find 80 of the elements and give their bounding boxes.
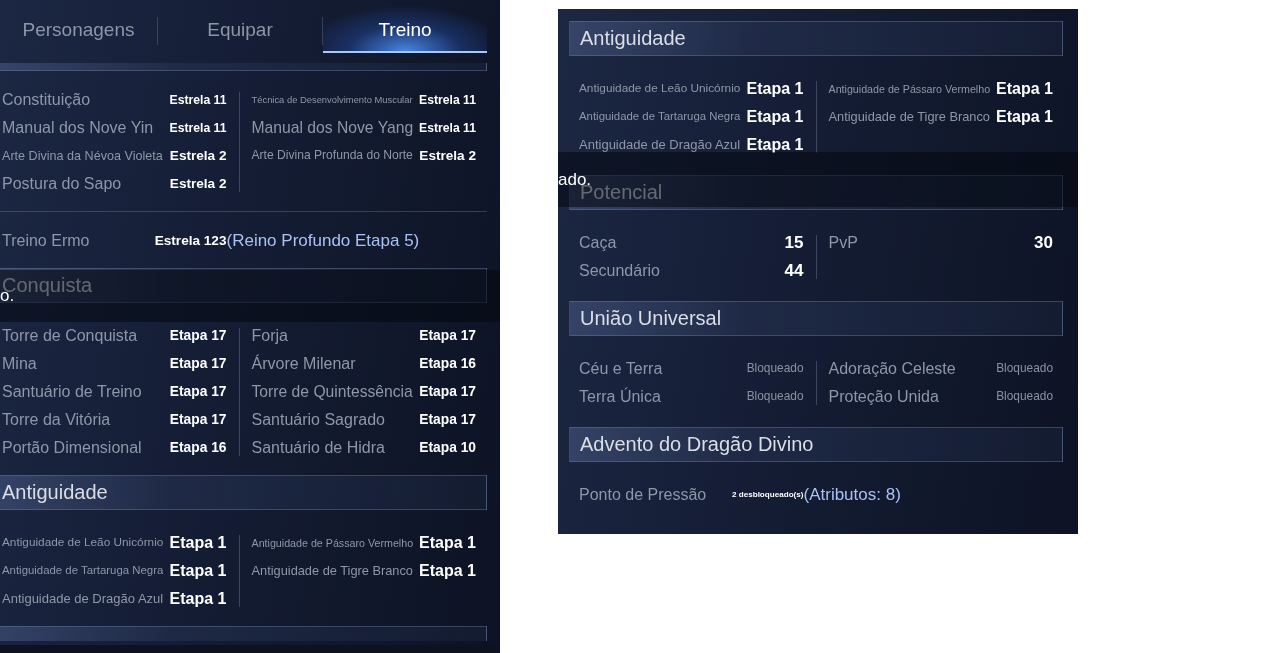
stat-value: Estrela 11 [419,121,476,135]
stat-label: Manual dos Nove Yang [251,118,414,137]
stat-value: Etapa 10 [419,440,476,456]
stat-value: Etapa 17 [169,412,227,428]
stat-label: Torre da Vitória [2,410,111,430]
stat-value: Estrela 2 [169,176,227,192]
stat-value: Etapa 1 [996,107,1053,127]
stat-label: Arte Divina Profunda do Norte [251,149,413,163]
stat-value: Bloqueado [746,362,804,376]
stat-value: Estrela 123 [154,233,227,249]
stat-value: 30 [1034,233,1053,253]
section-header: Advento do Dragão Divino [569,427,1063,462]
stat-label: Mina [2,354,37,374]
stat-label: Caça [579,233,617,253]
stat-value: 44 [784,261,804,281]
stat-value: Etapa 17 [419,412,476,428]
stat-label: Antiguidade de Leão Unicórnio [579,82,741,96]
stat-label: Treino Ermo [2,231,90,251]
stat-label: Postura do Sapo [2,174,122,194]
stat-label: Antiguidade de Tartaruga Negra [2,564,164,578]
stat-value: Etapa 17 [169,384,227,400]
stat-value: Estrela 11 [419,93,476,107]
stat-value: Etapa 1 [746,135,804,155]
stat-label: Torre de Quintessência [251,382,413,401]
stat-label: Santuário de Hidra [251,438,385,458]
stat-label: Antiguidade de Pássaro Vermelho [251,536,414,550]
stat-value: Etapa 16 [169,440,227,456]
stat-label: Árvore Milenar [251,354,356,374]
stat-value: Etapa 17 [419,328,476,344]
stat-value: Estrela 2 [169,148,227,164]
stat-label: Santuário de Treino [2,382,142,402]
stat-label: Manual dos Nove Yin [2,118,154,138]
stat-label: Antiguidade de Leão Unicórnio [2,536,164,550]
stat-value: Bloqueado [996,362,1053,376]
stat-value: Etapa 17 [169,328,227,344]
stat-value: 2 desbloqueado(s) [732,490,804,500]
stat-label: Antiguidade de Tartaruga Negra [579,110,741,124]
stat-value: Bloqueado [996,390,1053,404]
stat-value: 15 [784,233,804,253]
stat-value: Estrela 11 [169,93,227,107]
stat-label: Antiguidade de Tigre Branco [251,563,413,579]
stat-label: Ponto de Pressão [579,485,707,505]
stat-value: Estrela 11 [169,121,227,135]
stat-label: Torre de Conquista [2,326,138,346]
tab[interactable]: Personagens [0,0,157,53]
stat-label: Adoração Celeste [828,359,956,379]
stat-label: Arte Divina da Névoa Violeta [2,148,163,164]
stat-value: Etapa 16 [419,356,476,372]
stat-label: Técnica de Desenvolvimento Muscular [251,94,413,106]
stat-value: Etapa 1 [996,79,1053,99]
stat-label: Terra Única [579,387,661,407]
stat-note: (Reino Profundo Etapa 5) [226,231,420,251]
stat-note: (Atributos: 8) [803,485,901,505]
tab[interactable]: Equipar [158,0,322,53]
stat-label: Proteção Unida [828,387,939,407]
section-header: Antiguidade [569,21,1063,56]
stat-value: Etapa 1 [169,561,227,581]
stat-label: Antiguidade de Tigre Branco [828,109,990,125]
stat-label: Antiguidade de Dragão Azul [2,591,164,607]
stat-value: Etapa 1 [746,79,804,99]
stat-value: Etapa 17 [169,356,227,372]
stat-value: Etapa 1 [169,533,227,553]
stat-label: Forja [251,326,288,346]
stat-label: Antiguidade de Pássaro Vermelho [828,82,991,96]
stat-label: Portão Dimensional [2,438,142,458]
stat-value: Etapa 1 [169,589,227,609]
stat-label: Antiguidade de Dragão Azul [579,137,741,153]
stat-value: Etapa 1 [746,107,804,127]
stat-label: Constituição [2,90,91,110]
section-header: Antiguidade [0,475,487,510]
stat-label: PvP [828,233,858,253]
stat-value: Estrela 2 [419,148,476,164]
stat-value: Etapa 1 [419,561,476,581]
stat-label: Santuário Sagrado [251,410,385,430]
section-header: União Universal [569,301,1063,336]
stat-value: Etapa 17 [419,384,476,400]
stat-label: Céu e Terra [579,359,663,379]
stat-label: Secundário [579,261,660,281]
stat-value: Etapa 1 [419,533,476,553]
stat-value: Bloqueado [746,390,804,404]
